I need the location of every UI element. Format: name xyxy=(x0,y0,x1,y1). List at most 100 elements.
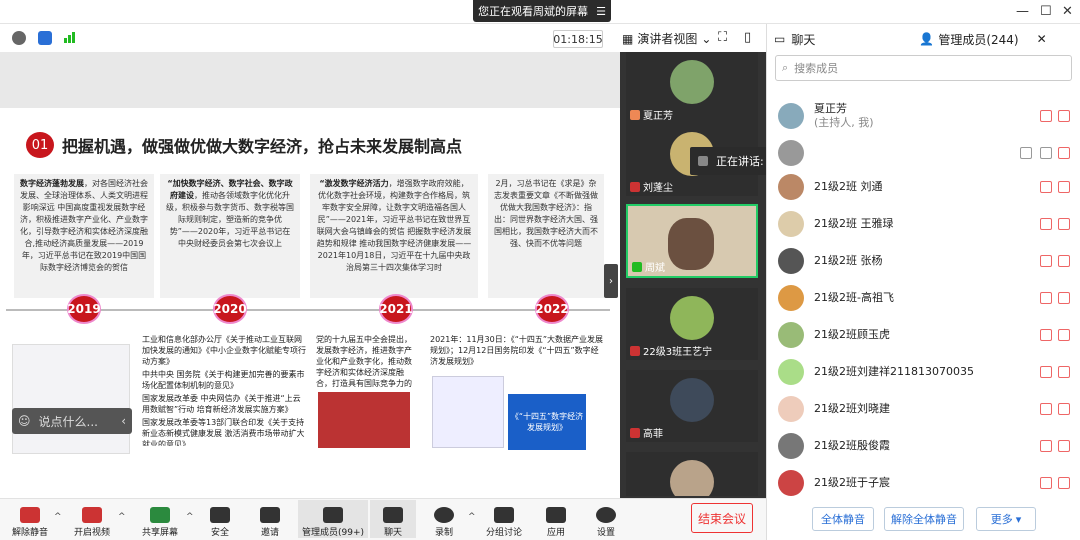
mic-off-icon[interactable] xyxy=(1040,181,1052,193)
avatar xyxy=(670,60,714,104)
presenter-view-dropdown[interactable]: ▦ 演讲者视图 ⌄ xyxy=(622,30,711,47)
avatar xyxy=(670,296,714,340)
fullscreen-icon[interactable]: ⛶ xyxy=(718,30,727,45)
member-row[interactable]: 夏正芳 (主持人, 我) xyxy=(778,96,1072,136)
mic-off-icon[interactable] xyxy=(1040,255,1052,267)
member-row[interactable]: 21级2班 刘通 xyxy=(778,170,1072,204)
member-row[interactable] xyxy=(778,136,1072,170)
congress-photo xyxy=(318,392,410,448)
start-video-button[interactable]: 开启视频 xyxy=(66,500,118,538)
mute-all-button[interactable]: 全体静音 xyxy=(812,507,874,531)
list-item: 国家发展改革委等13部门联合印发《关于支持新业态新模式健康发展 激活消费市场带动… xyxy=(142,418,305,446)
share-banner[interactable]: 您正在观看周斌的屏幕 ☰ xyxy=(473,0,611,22)
camera-off-icon[interactable] xyxy=(1058,147,1070,159)
more-button[interactable]: 更多 ▾ xyxy=(976,507,1036,531)
mic-off-icon[interactable] xyxy=(1040,440,1052,452)
mic-off-icon xyxy=(20,507,40,523)
tile-name: 周斌 xyxy=(645,263,665,274)
camera-off-icon[interactable] xyxy=(1058,477,1070,489)
mic-off-icon[interactable] xyxy=(1040,329,1052,341)
mic-off-icon[interactable] xyxy=(1040,403,1052,415)
info-icon[interactable] xyxy=(12,31,26,45)
camera-off-icon[interactable] xyxy=(1058,403,1070,415)
member-row[interactable]: 21级2班刘晓建 xyxy=(778,392,1072,426)
security-button[interactable]: 安全 xyxy=(194,500,246,538)
shield-icon[interactable] xyxy=(38,31,52,45)
mic-icon[interactable] xyxy=(1040,147,1052,159)
chevron-up-icon[interactable]: ^ xyxy=(54,512,62,522)
tab-chat[interactable]: 聊天 xyxy=(791,31,815,48)
member-row[interactable]: 21级2班 张杨 xyxy=(778,244,1072,278)
button-label: 邀请 xyxy=(260,528,279,538)
document-thumbnail xyxy=(12,344,130,454)
camera-off-icon[interactable] xyxy=(1058,292,1070,304)
avatar xyxy=(778,140,804,166)
unmute-button[interactable]: 解除静音 xyxy=(4,500,56,538)
mic-off-icon[interactable] xyxy=(1040,366,1052,378)
close-icon[interactable]: ✕ xyxy=(1037,32,1047,46)
say-something-input[interactable]: ☺ 说点什么... ‹ xyxy=(12,408,132,434)
share-screen-button[interactable]: 共享屏幕 xyxy=(134,500,186,538)
camera-off-icon[interactable] xyxy=(1058,218,1070,230)
member-name: 21级2班顾玉虎 xyxy=(814,328,890,341)
member-name: 21级2班 刘通 xyxy=(814,180,883,193)
button-label: 聊天 xyxy=(383,528,402,538)
mic-off-icon[interactable] xyxy=(1040,292,1052,304)
camera-off-icon[interactable] xyxy=(1058,329,1070,341)
button-label: 安全 xyxy=(210,528,229,538)
camera-off-icon[interactable] xyxy=(1058,110,1070,122)
mic-off-icon xyxy=(630,345,640,356)
restore-icon[interactable]: ☐ xyxy=(1040,4,1052,19)
button-label: 录制 xyxy=(434,528,453,538)
member-row[interactable]: 21级2班殷俊霞 xyxy=(778,429,1072,463)
end-meeting-button[interactable]: 结束会议 xyxy=(691,503,753,533)
policy-text-2021: 党的十九届五中全会提出，发展数字经济，推进数字产业化和产业数字化，推动数字经济和… xyxy=(316,335,412,388)
manage-members-button[interactable]: 管理成员(99+) xyxy=(298,500,368,538)
camera-off-icon[interactable] xyxy=(1058,366,1070,378)
card-2020: “加快数字经济、数字社会、数字政府建设，推动各领域数字化优化升级，积极参与数字货… xyxy=(160,174,300,298)
chevron-up-icon[interactable]: ^ xyxy=(118,512,126,522)
sidebar-toggle-icon[interactable]: ▯ xyxy=(744,30,751,45)
unmute-all-button[interactable]: 解除全体静音 xyxy=(884,507,964,531)
chat-button[interactable]: 聊天 xyxy=(370,500,416,538)
camera-off-icon[interactable] xyxy=(1058,440,1070,452)
member-row[interactable]: 21级2班于子宸 xyxy=(778,466,1072,500)
add-user-icon xyxy=(260,507,280,523)
avatar xyxy=(778,211,804,237)
avatar xyxy=(778,322,804,348)
member-search-input[interactable]: ⌕ 搜索成员 xyxy=(775,55,1072,81)
camera-off-icon[interactable] xyxy=(1058,255,1070,267)
camera-off-icon[interactable] xyxy=(1058,181,1070,193)
member-row[interactable]: 21级2班刘建祥211813070035 xyxy=(778,355,1072,389)
mic-off-icon[interactable] xyxy=(1040,110,1052,122)
card-2022: 2月，习总书记在《求是》杂志发表重要文章《不断做强做优做大我国数字经济》：指出：… xyxy=(488,174,604,298)
settings-button[interactable]: 设置 xyxy=(580,500,632,538)
tab-members[interactable]: 管理成员(244) xyxy=(938,31,1018,48)
video-tile[interactable]: 夏正芳 xyxy=(626,52,758,124)
record-button[interactable]: 录制 xyxy=(418,500,470,538)
member-row[interactable]: 21级2班 王雅琭 xyxy=(778,207,1072,241)
apps-button[interactable]: 应用 xyxy=(530,500,582,538)
chevron-up-icon[interactable]: ^ xyxy=(468,512,476,522)
slide-heading: 01 把握机遇，做强做优做大数字经济，抢占未来发展制高点 xyxy=(26,132,462,158)
screen-share-icon xyxy=(1020,147,1032,159)
menu-icon[interactable]: ☰ xyxy=(596,5,606,18)
video-tile-active[interactable]: 周斌 xyxy=(626,204,758,278)
member-name: 21级2班 王雅琭 xyxy=(814,217,894,230)
invite-button[interactable]: 邀请 xyxy=(244,500,296,538)
signal-icon[interactable] xyxy=(64,32,75,43)
minimize-icon[interactable]: — xyxy=(1016,4,1029,19)
more-label: 更多 xyxy=(990,513,1013,526)
member-row[interactable]: 21级2班-高祖飞 xyxy=(778,281,1072,315)
video-tile[interactable]: 22级3班王艺宁 xyxy=(626,288,758,360)
mic-off-icon[interactable] xyxy=(1040,477,1052,489)
member-row[interactable]: 21级2班顾玉虎 xyxy=(778,318,1072,352)
chevron-up-icon[interactable]: ^ xyxy=(186,512,194,522)
breakout-button[interactable]: 分组讨论 xyxy=(478,500,530,538)
close-icon[interactable]: ✕ xyxy=(1062,4,1073,19)
video-tile[interactable]: 高菲 xyxy=(626,370,758,442)
video-tile[interactable] xyxy=(626,452,758,496)
chevron-left-icon[interactable]: ‹ xyxy=(121,414,126,428)
chevron-right-icon[interactable]: › xyxy=(604,264,618,298)
mic-off-icon[interactable] xyxy=(1040,218,1052,230)
